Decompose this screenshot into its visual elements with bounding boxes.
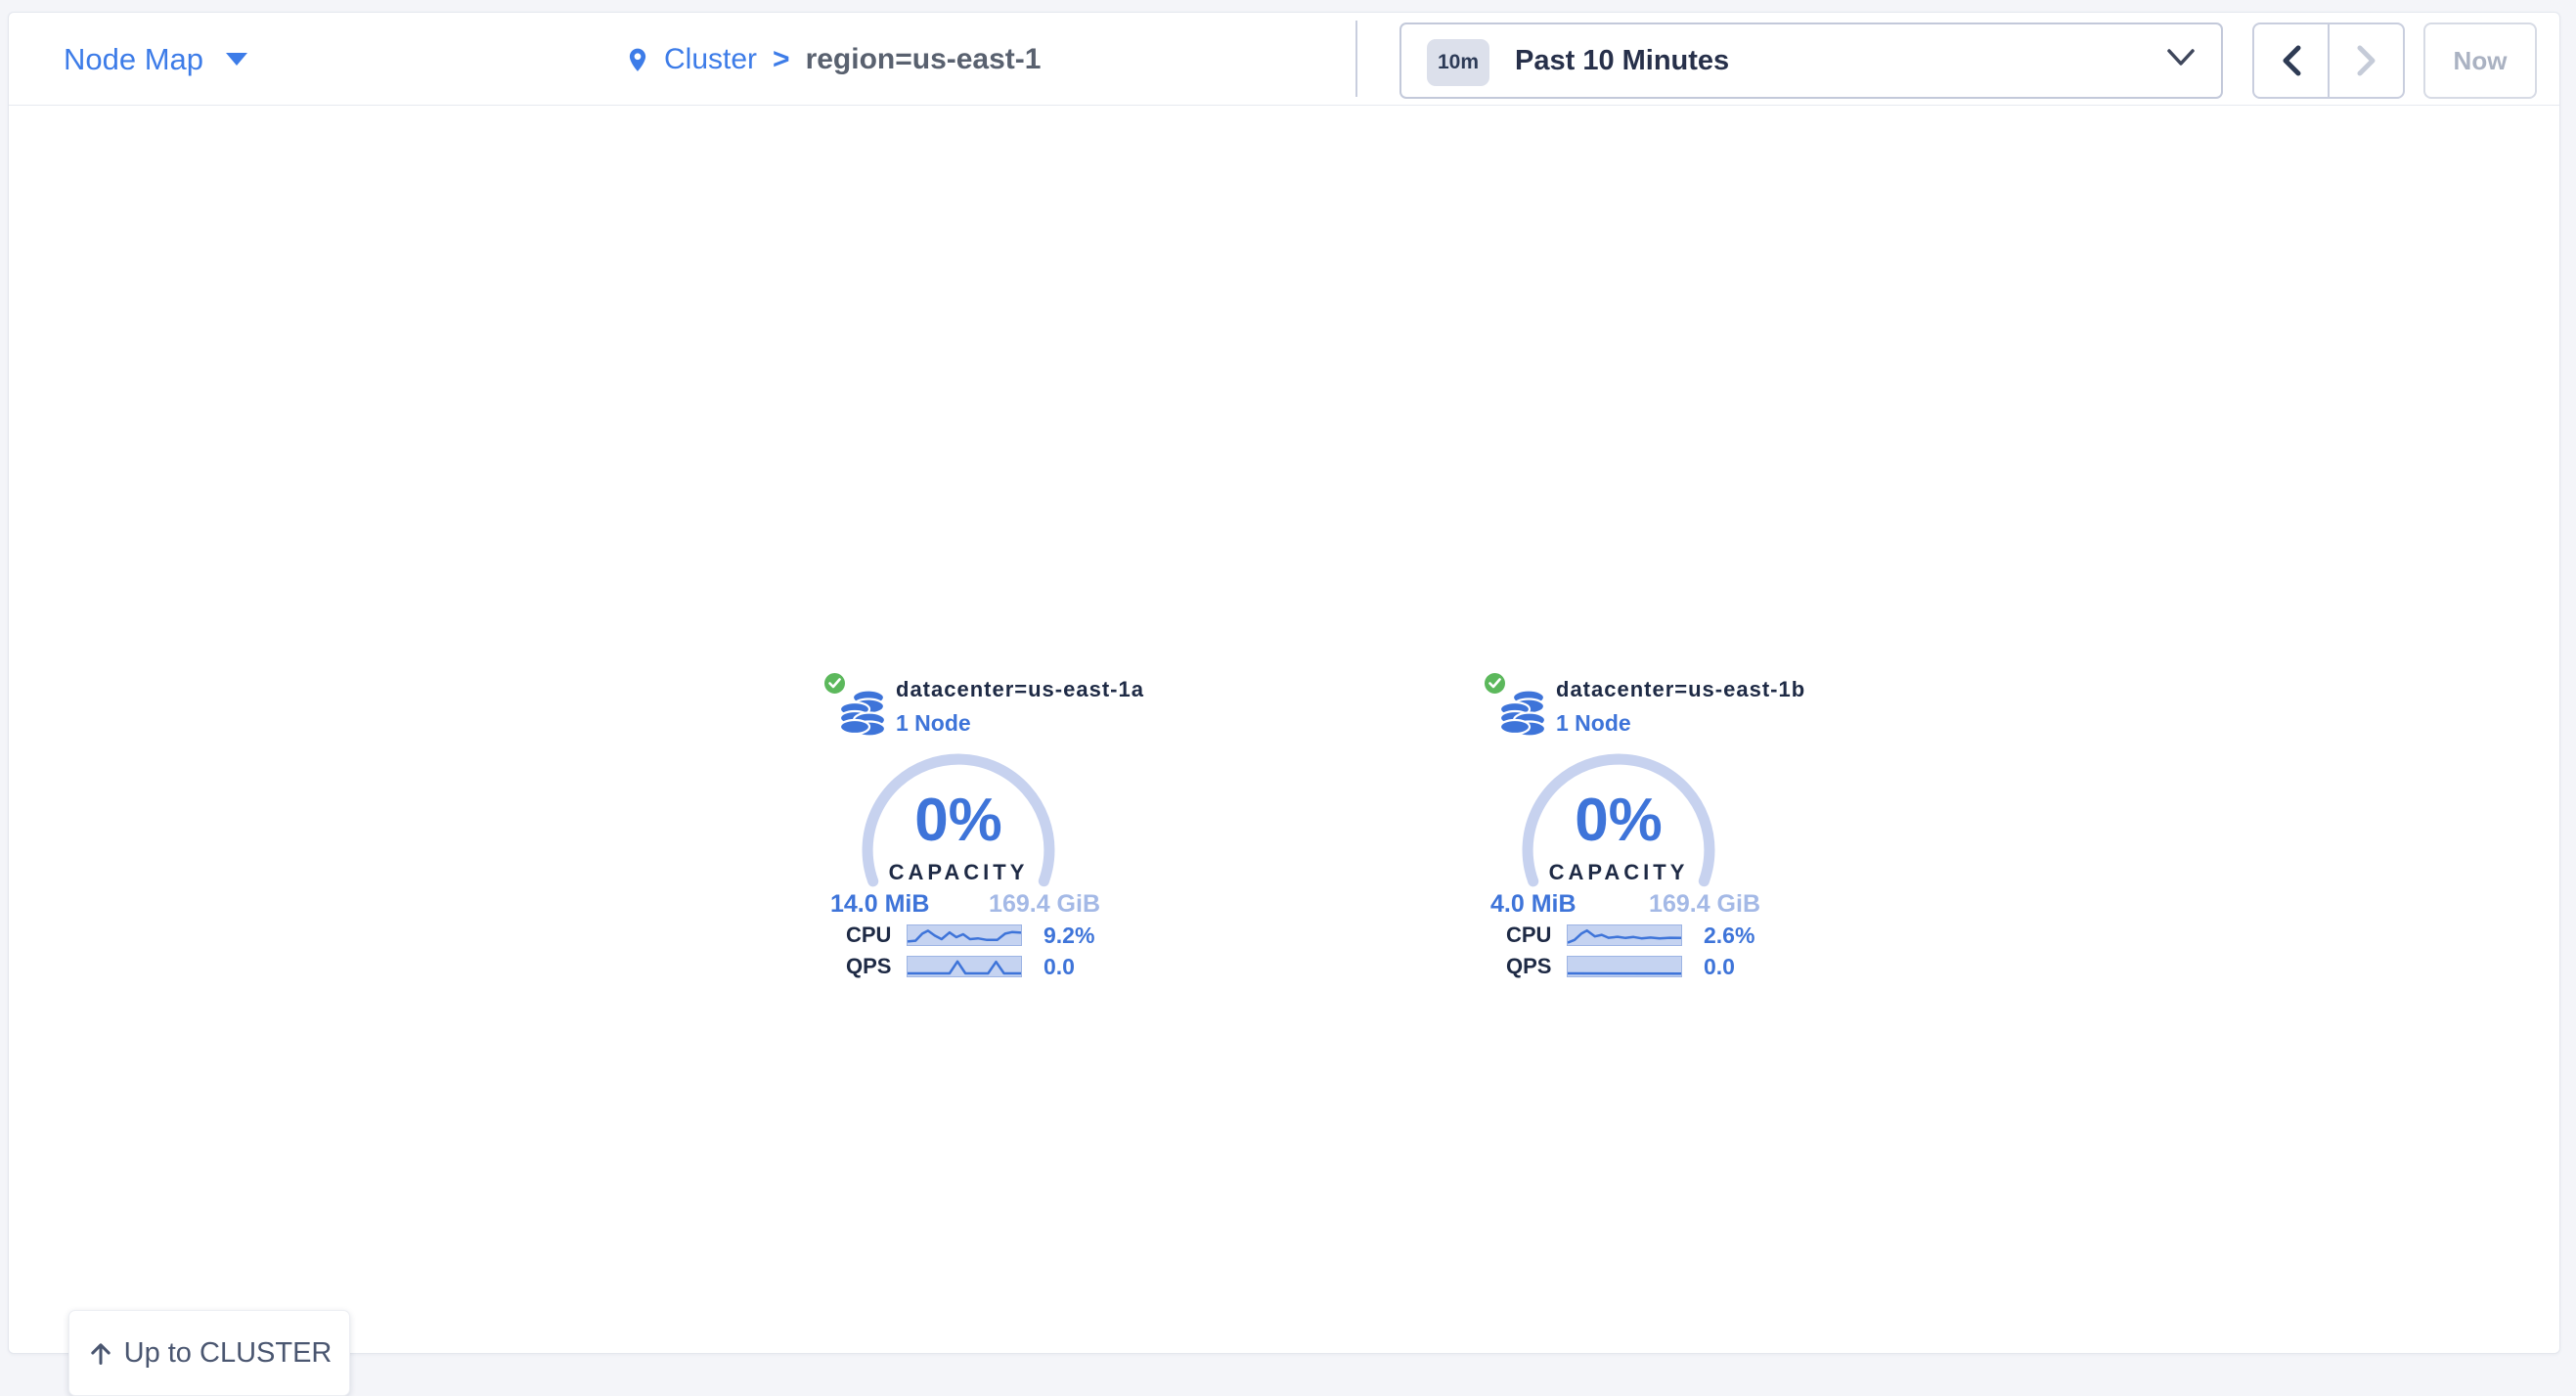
capacity-values: 4.0 MiB 169.4 GiB	[1490, 890, 1760, 919]
view-selector-dropdown[interactable]: Node Map	[64, 13, 248, 106]
qps-sparkline	[1567, 956, 1682, 977]
qps-sparkline	[907, 956, 1022, 977]
qps-metric-row: QPS 0.0	[846, 955, 1075, 978]
cpu-sparkline	[1567, 924, 1682, 946]
capacity-used: 14.0 MiB	[830, 890, 929, 919]
breadcrumb-separator: >	[773, 43, 790, 76]
time-back-button[interactable]	[2254, 24, 2328, 97]
datacenter-node-count: 1 Node	[896, 710, 971, 737]
capacity-total: 169.4 GiB	[1649, 890, 1760, 919]
qps-metric-row: QPS 0.0	[1506, 955, 1735, 978]
capacity-gauge-text: 0% CAPACITY	[1520, 751, 1717, 949]
now-button[interactable]: Now	[2423, 23, 2537, 99]
qps-value: 0.0	[1044, 954, 1075, 980]
view-selector-label: Node Map	[64, 42, 203, 77]
capacity-label: CAPACITY	[889, 860, 1029, 885]
location-pin-icon	[625, 43, 650, 76]
capacity-values: 14.0 MiB 169.4 GiB	[830, 890, 1100, 919]
breadcrumb-cluster-link[interactable]: Cluster	[664, 43, 757, 76]
cpu-metric-row: CPU 2.6%	[1506, 923, 1754, 947]
capacity-used: 4.0 MiB	[1490, 890, 1577, 919]
node-map-canvas: datacenter=us-east-1a 1 Node 0% CAPACITY…	[9, 107, 2559, 1353]
qps-value: 0.0	[1704, 954, 1735, 980]
arrow-up-icon	[87, 1338, 114, 1368]
up-to-cluster-button[interactable]: Up to CLUSTER	[68, 1310, 350, 1396]
header-divider	[1355, 21, 1357, 97]
cpu-value: 2.6%	[1704, 923, 1754, 949]
capacity-percent: 0%	[1575, 790, 1663, 851]
time-range-select[interactable]: 10m Past 10 Minutes	[1399, 23, 2223, 99]
cpu-metric-row: CPU 9.2%	[846, 923, 1094, 947]
healthy-check-icon	[1483, 671, 1507, 696]
chevron-right-icon	[2354, 44, 2379, 77]
datacenter-node-count: 1 Node	[1556, 710, 1631, 737]
database-stack-icon	[1498, 688, 1547, 743]
up-to-cluster-label: Up to CLUSTER	[124, 1337, 333, 1370]
node-map-panel: Node Map Cluster > region=us-east-1 10m …	[8, 12, 2560, 1354]
capacity-label: CAPACITY	[1549, 860, 1689, 885]
capacity-gauge-text: 0% CAPACITY	[860, 751, 1057, 949]
chevron-left-icon	[2279, 44, 2304, 77]
cpu-label: CPU	[1506, 923, 1567, 948]
datacenter-card-us-east-1b[interactable]: datacenter=us-east-1b 1 Node 0% CAPACITY…	[1463, 667, 1786, 1000]
datacenter-card-us-east-1a[interactable]: datacenter=us-east-1a 1 Node 0% CAPACITY…	[803, 667, 1126, 1000]
qps-label: QPS	[846, 954, 907, 979]
datacenter-title: datacenter=us-east-1b	[1556, 677, 1805, 702]
cpu-sparkline	[907, 924, 1022, 946]
database-stack-icon	[838, 688, 887, 743]
cpu-label: CPU	[846, 923, 907, 948]
datacenter-title: datacenter=us-east-1a	[896, 677, 1144, 702]
qps-label: QPS	[1506, 954, 1567, 979]
capacity-percent: 0%	[914, 790, 1002, 851]
time-range-badge: 10m	[1427, 39, 1489, 86]
time-forward-button[interactable]	[2328, 24, 2403, 97]
caret-down-icon	[225, 52, 248, 67]
chevron-down-icon	[2166, 48, 2196, 68]
breadcrumb: Cluster > region=us-east-1	[625, 13, 1041, 106]
breadcrumb-current: region=us-east-1	[806, 43, 1042, 76]
cpu-value: 9.2%	[1044, 923, 1094, 949]
time-nav-arrows	[2252, 23, 2405, 99]
time-range-label: Past 10 Minutes	[1515, 45, 1729, 77]
header-bar: Node Map Cluster > region=us-east-1 10m …	[9, 13, 2559, 106]
healthy-check-icon	[822, 671, 847, 696]
capacity-total: 169.4 GiB	[989, 890, 1100, 919]
